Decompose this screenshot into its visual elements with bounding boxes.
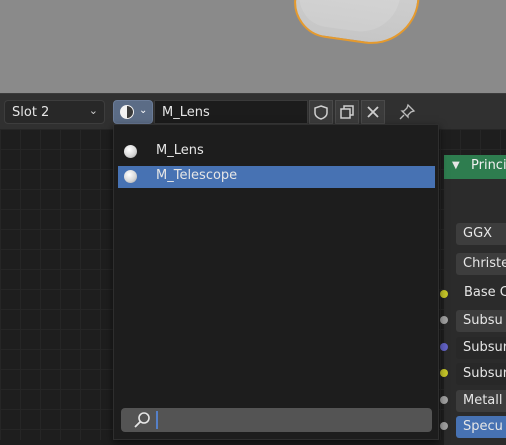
material-item-m-telescope[interactable]: M_Telescope (118, 166, 435, 188)
subsurface-method-select[interactable]: Christe (456, 253, 506, 275)
node-header[interactable]: ▼ Princi (444, 155, 506, 179)
subsurface-socket[interactable] (440, 316, 448, 324)
material-search-input[interactable] (121, 408, 432, 432)
material-name-field[interactable]: M_Lens (154, 100, 308, 124)
material-sphere-icon (124, 170, 137, 183)
subsurface-radius-label: Subsur (463, 340, 506, 355)
subsurface-color-socket[interactable] (440, 369, 448, 377)
new-material-button[interactable] (335, 100, 359, 124)
metallic-field[interactable]: Metall (456, 390, 506, 412)
3d-viewport[interactable] (0, 0, 506, 93)
subsurface-method-value: Christe (463, 256, 506, 271)
pin-button[interactable] (396, 101, 418, 123)
subsurface-color-label: Subsur (463, 366, 506, 381)
distribution-select[interactable]: GGX (456, 223, 506, 245)
chevron-down-icon: ⌄ (139, 105, 148, 116)
material-item-label: M_Lens (156, 143, 204, 158)
material-slot-select[interactable]: Slot 2 ⌄ (4, 100, 105, 124)
principled-bsdf-node[interactable]: ▼ Princi GGX Christe Base C Subsu Subsur… (440, 155, 506, 445)
pin-icon (399, 103, 416, 120)
specular-socket[interactable] (440, 422, 448, 430)
slot-label: Slot 2 (12, 105, 50, 120)
base-color-label: Base C (464, 285, 506, 300)
search-icon (134, 412, 150, 428)
distribution-value: GGX (463, 226, 493, 241)
node-title: Princi (471, 158, 506, 173)
text-cursor (156, 411, 158, 429)
collapse-arrow-icon[interactable]: ▼ (452, 160, 460, 171)
fake-user-button[interactable] (309, 100, 333, 124)
subsurface-field[interactable]: Subsu (456, 310, 506, 332)
chevron-down-icon: ⌄ (88, 104, 98, 117)
material-sphere-icon (120, 105, 134, 119)
subsurface-color-field[interactable]: Subsur (456, 363, 506, 385)
browse-material-button[interactable]: ⌄ (113, 100, 153, 124)
subsurface-radius-field[interactable]: Subsur (456, 337, 506, 359)
specular-field[interactable]: Specu (456, 416, 506, 438)
close-icon (367, 106, 379, 118)
specular-label: Specu (463, 419, 503, 434)
unlink-material-button[interactable] (361, 100, 385, 124)
duplicate-icon (340, 105, 354, 119)
material-browse-dropdown: M_Lens M_Telescope (113, 124, 439, 440)
metallic-socket[interactable] (440, 396, 448, 404)
subsurface-label: Subsu (463, 313, 503, 328)
material-item-label: M_Telescope (156, 168, 238, 183)
material-sphere-icon (124, 145, 137, 158)
material-name: M_Lens (162, 105, 210, 120)
shield-icon (314, 104, 328, 120)
base-color-socket[interactable] (440, 290, 448, 298)
subsurface-radius-socket[interactable] (440, 343, 448, 351)
metallic-label: Metall (463, 393, 503, 408)
material-item-m-lens[interactable]: M_Lens (118, 141, 435, 163)
